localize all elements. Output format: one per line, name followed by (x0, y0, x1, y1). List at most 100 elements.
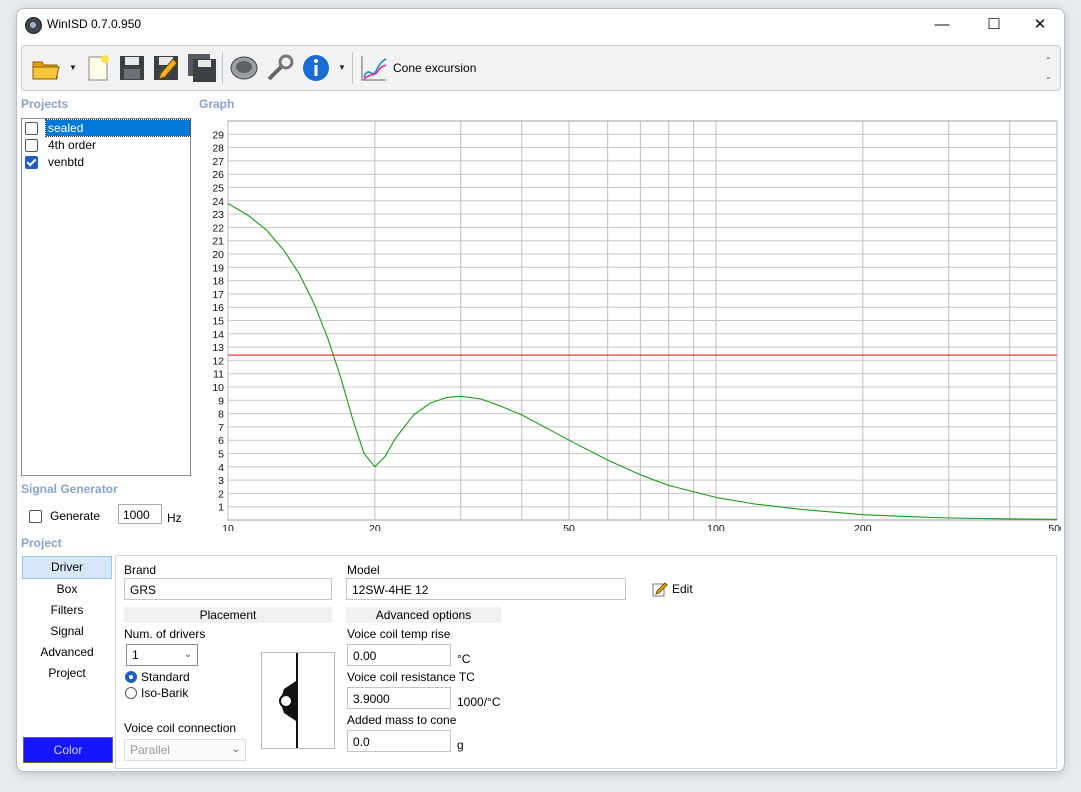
project-checkbox[interactable] (25, 155, 38, 169)
color-button[interactable]: Color (23, 737, 113, 763)
y-tick-label: 4 (218, 462, 224, 474)
generate-toggle[interactable]: Generate (29, 509, 100, 523)
brand-field[interactable]: GRS (124, 578, 332, 600)
open-dropdown-icon[interactable]: ▼ (69, 63, 77, 73)
tab-filters[interactable]: Filters (22, 600, 112, 621)
app-icon (25, 17, 42, 34)
mass-unit: g (457, 738, 464, 752)
floppy-pencil-icon (154, 56, 178, 80)
cone-excursion-graph: 1234567891011121314151617181920212223242… (212, 120, 1061, 531)
tab-project[interactable]: Project (22, 663, 112, 684)
edit-label: Edit (672, 582, 693, 596)
project-section-title: Project (21, 536, 62, 550)
y-tick-label: 3 (218, 475, 224, 487)
isobarik-label: Iso-Barik (141, 686, 189, 700)
close-button[interactable]: ✕ (1017, 9, 1063, 39)
y-tick-label: 10 (212, 382, 224, 394)
project-item[interactable]: venbtd (25, 154, 86, 170)
project-name[interactable]: 4th order (46, 137, 98, 153)
y-tick-label: 7 (218, 422, 224, 434)
driver-editor-button[interactable] (228, 52, 260, 84)
toolbar-separator (352, 52, 353, 84)
y-tick-label: 6 (218, 435, 224, 447)
generate-label: Generate (50, 509, 101, 523)
frequency-input[interactable]: 1000 (118, 504, 162, 524)
maximize-button[interactable]: ☐ (971, 9, 1017, 39)
model-field[interactable]: 12SW-4HE 12 (346, 578, 626, 600)
floppy-double-icon (188, 54, 216, 82)
placement-header: Placement (124, 607, 332, 623)
project-name[interactable]: sealed (45, 119, 191, 137)
project-checkbox[interactable] (25, 138, 38, 152)
toolbar-separator (222, 52, 223, 84)
toolbar: ▼ ▼ Cone excursion - - (21, 45, 1061, 91)
vc-res-unit: 1000/°C (457, 695, 501, 709)
y-tick-label: 11 (213, 369, 224, 381)
y-tick-label: 19 (212, 262, 224, 274)
vc-res-label: Voice coil resistance TC (347, 670, 475, 684)
isobarik-radio[interactable]: Iso-Barik (125, 686, 188, 700)
title-bar: WinISD 0.7.0.950 — ☐ ✕ (17, 9, 1064, 39)
y-tick-label: 13 (212, 342, 224, 354)
mass-field[interactable]: 0.0 (347, 730, 451, 752)
project-item[interactable]: sealed (25, 119, 191, 137)
info-button[interactable] (300, 52, 332, 84)
new-project-button[interactable] (82, 52, 114, 84)
vc-connection-select[interactable]: Parallel ⌄ (124, 739, 246, 761)
save-edit-button[interactable] (150, 52, 182, 84)
driver-placement-preview (261, 652, 335, 749)
tab-signal[interactable]: Signal (22, 621, 112, 642)
y-tick-label: 28 (212, 143, 224, 155)
floppy-icon (120, 56, 144, 80)
y-tick-label: 1 (218, 502, 224, 514)
y-tick-label: 18 (212, 276, 224, 288)
vc-res-field[interactable]: 3.9000 (347, 687, 451, 709)
project-item[interactable]: 4th order (25, 137, 98, 153)
y-tick-label: 12 (212, 355, 224, 367)
tab-advanced[interactable]: Advanced (22, 642, 112, 663)
vc-temp-field[interactable]: 0.00 (347, 644, 451, 666)
y-tick-label: 22 (212, 222, 224, 234)
tab-box[interactable]: Box (22, 579, 112, 600)
generate-checkbox[interactable] (29, 509, 42, 523)
save-as-button[interactable] (186, 52, 218, 84)
folder-icon (32, 61, 60, 80)
graph-type-button[interactable] (358, 52, 390, 84)
info-dropdown-icon[interactable]: ▼ (338, 63, 346, 73)
project-name[interactable]: venbtd (46, 154, 86, 170)
y-tick-label: 14 (212, 329, 224, 341)
pencil-icon (652, 582, 668, 597)
edit-button[interactable]: Edit (652, 581, 693, 597)
minimize-button[interactable]: — (919, 9, 965, 39)
x-tick-label: 100 (707, 523, 725, 531)
y-tick-label: 20 (212, 249, 224, 261)
mass-label: Added mass to cone (347, 713, 457, 727)
advanced-options-header: Advanced options (346, 607, 501, 623)
y-tick-label: 29 (212, 129, 224, 141)
radio-indicator[interactable] (125, 687, 137, 699)
tab-driver[interactable]: Driver (22, 556, 112, 579)
projects-section-title: Projects (21, 97, 69, 111)
graph-icon (361, 56, 387, 81)
y-tick-label: 9 (218, 395, 224, 407)
vc-temp-unit: °C (457, 652, 471, 666)
open-folder-button[interactable] (30, 52, 62, 84)
y-tick-label: 5 (218, 449, 224, 461)
radio-indicator[interactable] (125, 671, 137, 683)
projects-list: sealed 4th order venbtd (21, 118, 191, 476)
y-tick-label: 21 (212, 236, 224, 248)
project-tabs: Driver Box Filters Signal Advanced Proje… (22, 556, 112, 684)
toolbar-dash-top: - (1046, 52, 1050, 64)
save-button[interactable] (116, 52, 148, 84)
y-tick-label: 26 (212, 169, 224, 181)
standard-label: Standard (141, 670, 190, 684)
graph-type-label[interactable]: Cone excursion (393, 61, 476, 75)
info-icon (303, 55, 329, 81)
num-drivers-select[interactable]: 1 ⌄ (126, 644, 198, 666)
standard-radio[interactable]: Standard (125, 670, 190, 684)
x-tick-label: 10 (222, 523, 234, 531)
settings-button[interactable] (264, 52, 296, 84)
project-checkbox[interactable] (25, 121, 38, 135)
frequency-unit: Hz (167, 511, 182, 525)
main-window: WinISD 0.7.0.950 — ☐ ✕ ▼ ▼ Cone excursio… (16, 8, 1065, 772)
